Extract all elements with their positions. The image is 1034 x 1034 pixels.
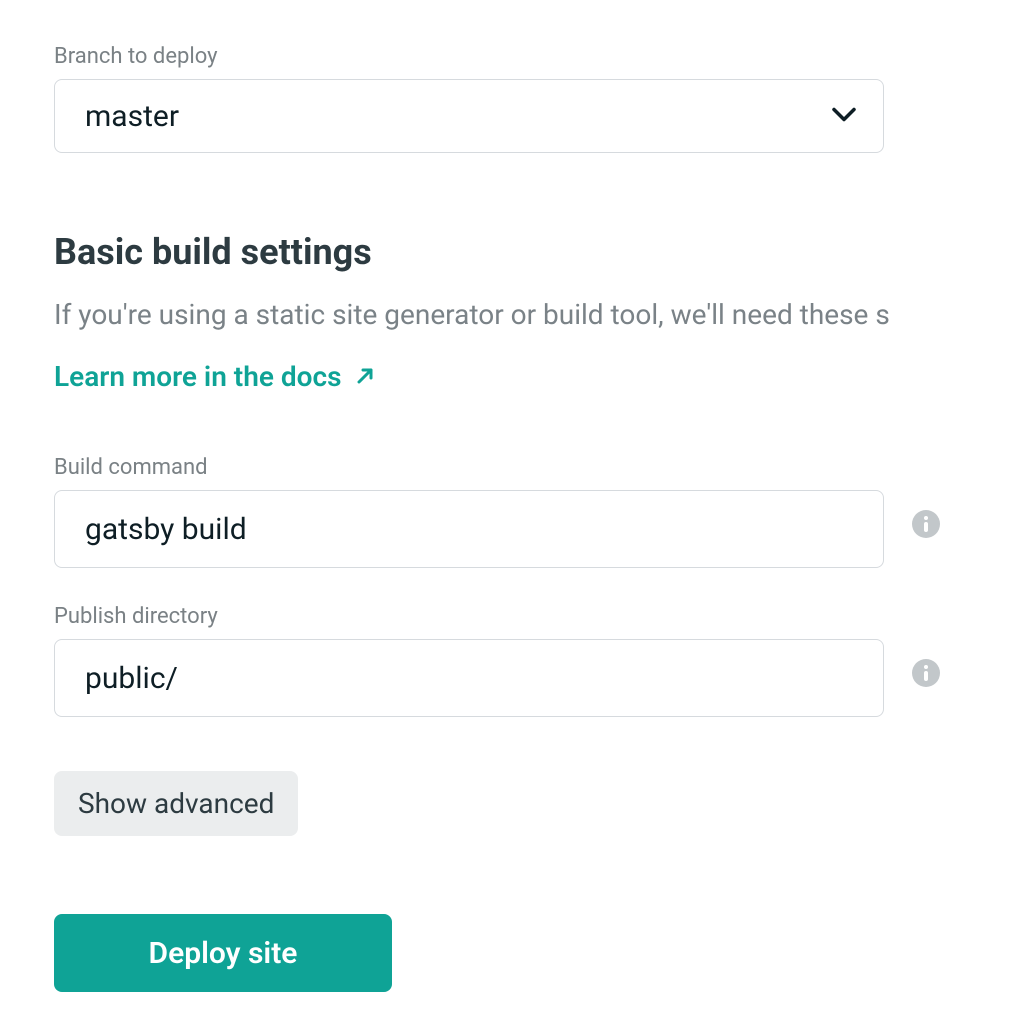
section-description: If you're using a static site generator … bbox=[54, 295, 1034, 334]
external-link-icon bbox=[355, 360, 375, 393]
branch-select-value[interactable]: master bbox=[54, 79, 884, 153]
branch-select[interactable]: master bbox=[54, 79, 884, 153]
learn-more-link[interactable]: Learn more in the docs bbox=[54, 360, 375, 393]
build-command-input[interactable] bbox=[54, 490, 884, 568]
deploy-site-button[interactable]: Deploy site bbox=[54, 914, 392, 992]
info-icon[interactable] bbox=[912, 510, 940, 542]
publish-dir-label: Publish directory bbox=[54, 604, 884, 629]
learn-more-text: Learn more in the docs bbox=[54, 360, 341, 393]
section-heading: Basic build settings bbox=[54, 231, 1034, 273]
publish-dir-input[interactable] bbox=[54, 639, 884, 717]
show-advanced-button[interactable]: Show advanced bbox=[54, 771, 298, 836]
branch-label: Branch to deploy bbox=[54, 44, 1034, 69]
build-command-label: Build command bbox=[54, 455, 884, 480]
info-icon[interactable] bbox=[912, 659, 940, 691]
